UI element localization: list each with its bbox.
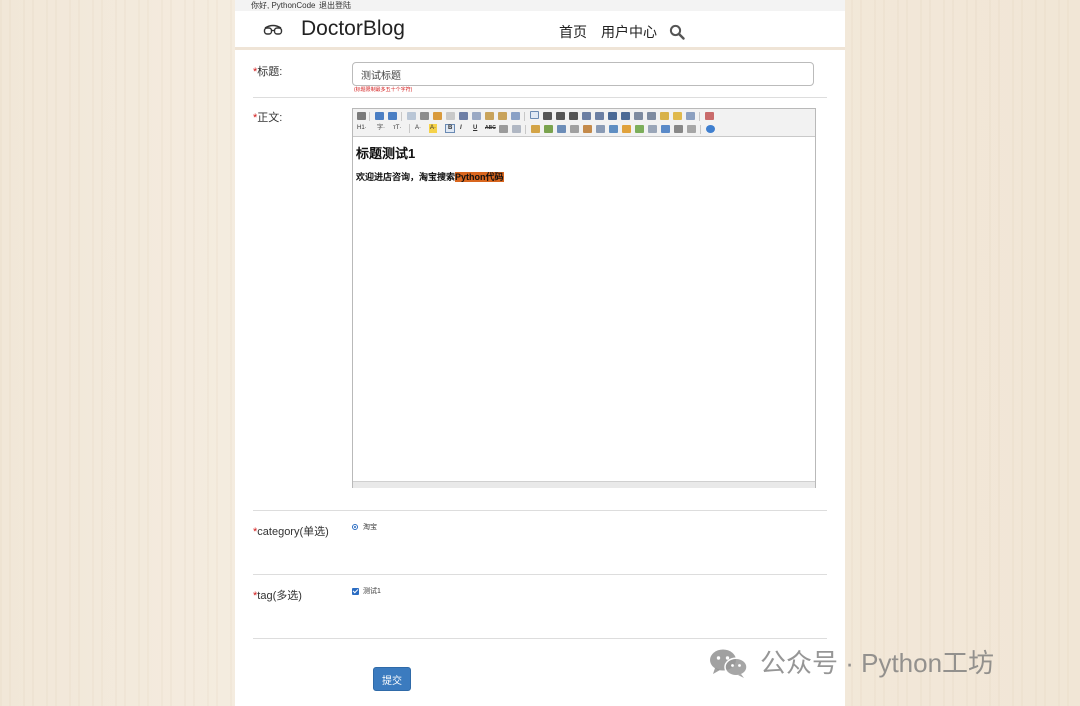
editor-resize-bar[interactable] <box>353 481 815 488</box>
undo-icon[interactable] <box>375 112 384 120</box>
image-icon[interactable] <box>544 125 553 133</box>
greeting-text: 你好, PythonCode <box>251 1 316 10</box>
format-painter-icon[interactable] <box>673 112 682 120</box>
align-justify-icon[interactable] <box>569 112 578 120</box>
heading-dropdown[interactable]: H1· <box>357 124 367 133</box>
file-icon[interactable] <box>635 125 644 133</box>
align-center-icon[interactable] <box>543 112 552 120</box>
toolbar-separator <box>369 112 370 121</box>
tag-label: *tag(多选) <box>253 587 302 603</box>
search-icon[interactable] <box>669 24 685 40</box>
map-icon[interactable] <box>622 125 631 133</box>
redo-icon[interactable] <box>388 112 397 120</box>
editor-toolbar: H1· 字· тT· A· A· B I U ABC <box>353 109 815 137</box>
font-family-dropdown[interactable]: 字· <box>377 124 385 133</box>
subscript-icon[interactable] <box>634 112 643 120</box>
toolbar-separator <box>699 112 700 121</box>
toolbar-separator <box>524 112 525 121</box>
superscript-icon[interactable] <box>647 112 656 120</box>
quick-format-icon[interactable] <box>686 112 695 120</box>
body-label: *正文: <box>253 109 282 125</box>
italic-button[interactable]: I <box>460 124 462 133</box>
anchor-icon[interactable] <box>661 125 670 133</box>
submit-button[interactable]: 提交 <box>373 667 411 691</box>
page-container: 你好, PythonCode 退出登陆 DoctorBlog 首页 用户中心 *… <box>235 0 845 706</box>
source-icon[interactable] <box>357 112 366 120</box>
toolbar-separator <box>409 124 410 133</box>
fullscreen-icon[interactable] <box>705 112 714 120</box>
paste-word-icon[interactable] <box>498 112 507 120</box>
navbar: DoctorBlog 首页 用户中心 <box>235 11 845 50</box>
toolbar-separator <box>401 112 402 121</box>
clear-format-icon[interactable] <box>660 112 669 120</box>
highlight-color-button[interactable]: A· <box>429 124 437 133</box>
cut-icon[interactable] <box>459 112 468 120</box>
logout-link[interactable]: 退出登陆 <box>319 0 351 11</box>
bold-button[interactable]: B <box>445 124 456 133</box>
ordered-list-icon[interactable] <box>582 112 591 120</box>
pagebreak-icon[interactable] <box>674 125 683 133</box>
highlighted-text: Python代码 <box>455 172 504 182</box>
flash-icon[interactable] <box>583 125 592 133</box>
watermark-text: 公众号 · Python工坊 <box>760 648 995 678</box>
category-option-label: 淘宝 <box>363 524 377 531</box>
select-all-icon[interactable] <box>511 112 520 120</box>
align-left-icon[interactable] <box>530 111 539 119</box>
tag-option-label: 测试1 <box>363 588 381 595</box>
content-paragraph: 欢迎进店咨询，淘宝搜索Python代码 <box>356 170 504 183</box>
top-bar: 你好, PythonCode 退出登陆 <box>235 0 845 11</box>
content-text: 欢迎进店咨询，淘宝搜索 <box>356 172 456 182</box>
category-label-text: category(单选) <box>257 526 329 538</box>
unlink-icon[interactable] <box>570 125 579 133</box>
emoticon-icon[interactable] <box>531 125 540 133</box>
body-label-text: 正文: <box>257 112 283 124</box>
divider <box>253 97 827 98</box>
strikethrough-button[interactable]: ABC <box>485 124 496 133</box>
nav-link-user-center[interactable]: 用户中心 <box>601 22 657 42</box>
copy-icon[interactable] <box>472 112 481 120</box>
paste-text-icon[interactable] <box>485 112 494 120</box>
title-hint: (标题限制最多五十个字符) <box>354 87 413 93</box>
underline-button[interactable]: U <box>473 124 477 133</box>
hr-icon[interactable] <box>648 125 657 133</box>
toolbar-separator <box>525 125 526 134</box>
title-input[interactable] <box>352 62 814 86</box>
wechat-icon <box>710 649 748 678</box>
paste-icon[interactable] <box>446 112 455 120</box>
align-right-icon[interactable] <box>556 112 565 120</box>
preview-icon[interactable] <box>407 112 416 120</box>
category-radio-taobao[interactable] <box>352 524 358 530</box>
glasses-icon[interactable] <box>263 23 283 37</box>
nav-link-home[interactable]: 首页 <box>559 22 587 42</box>
template-icon[interactable] <box>433 112 442 120</box>
eraser-icon[interactable] <box>512 125 521 133</box>
content-heading: 标题测试1 <box>356 146 416 161</box>
divider <box>253 638 827 639</box>
help-icon[interactable] <box>706 125 715 133</box>
unordered-list-icon[interactable] <box>595 112 604 120</box>
special-char-icon[interactable] <box>687 125 696 133</box>
indent-icon[interactable] <box>608 112 617 120</box>
brand-title[interactable]: DoctorBlog <box>301 17 405 41</box>
table-icon[interactable] <box>499 125 508 133</box>
title-label-text: 标题: <box>257 66 283 78</box>
outdent-icon[interactable] <box>621 112 630 120</box>
font-size-dropdown[interactable]: тT· <box>393 124 401 133</box>
toolbar-separator <box>700 125 701 134</box>
media-icon[interactable] <box>596 125 605 133</box>
tag-label-text: tag(多选) <box>257 590 302 602</box>
print-icon[interactable] <box>420 112 429 120</box>
divider <box>253 510 827 511</box>
category-label: *category(单选) <box>253 523 329 539</box>
title-label: *标题: <box>253 63 282 79</box>
editor-content[interactable]: 标题测试1 欢迎进店咨询，淘宝搜索Python代码 <box>353 137 815 481</box>
tag-checkbox-test1[interactable] <box>352 588 359 595</box>
code-icon[interactable] <box>609 125 618 133</box>
link-icon[interactable] <box>557 125 566 133</box>
rich-text-editor[interactable]: H1· 字· тT· A· A· B I U ABC 标题测试1 欢迎进店咨询，… <box>352 108 816 488</box>
divider <box>253 574 827 575</box>
font-color-button[interactable]: A· <box>415 124 421 133</box>
